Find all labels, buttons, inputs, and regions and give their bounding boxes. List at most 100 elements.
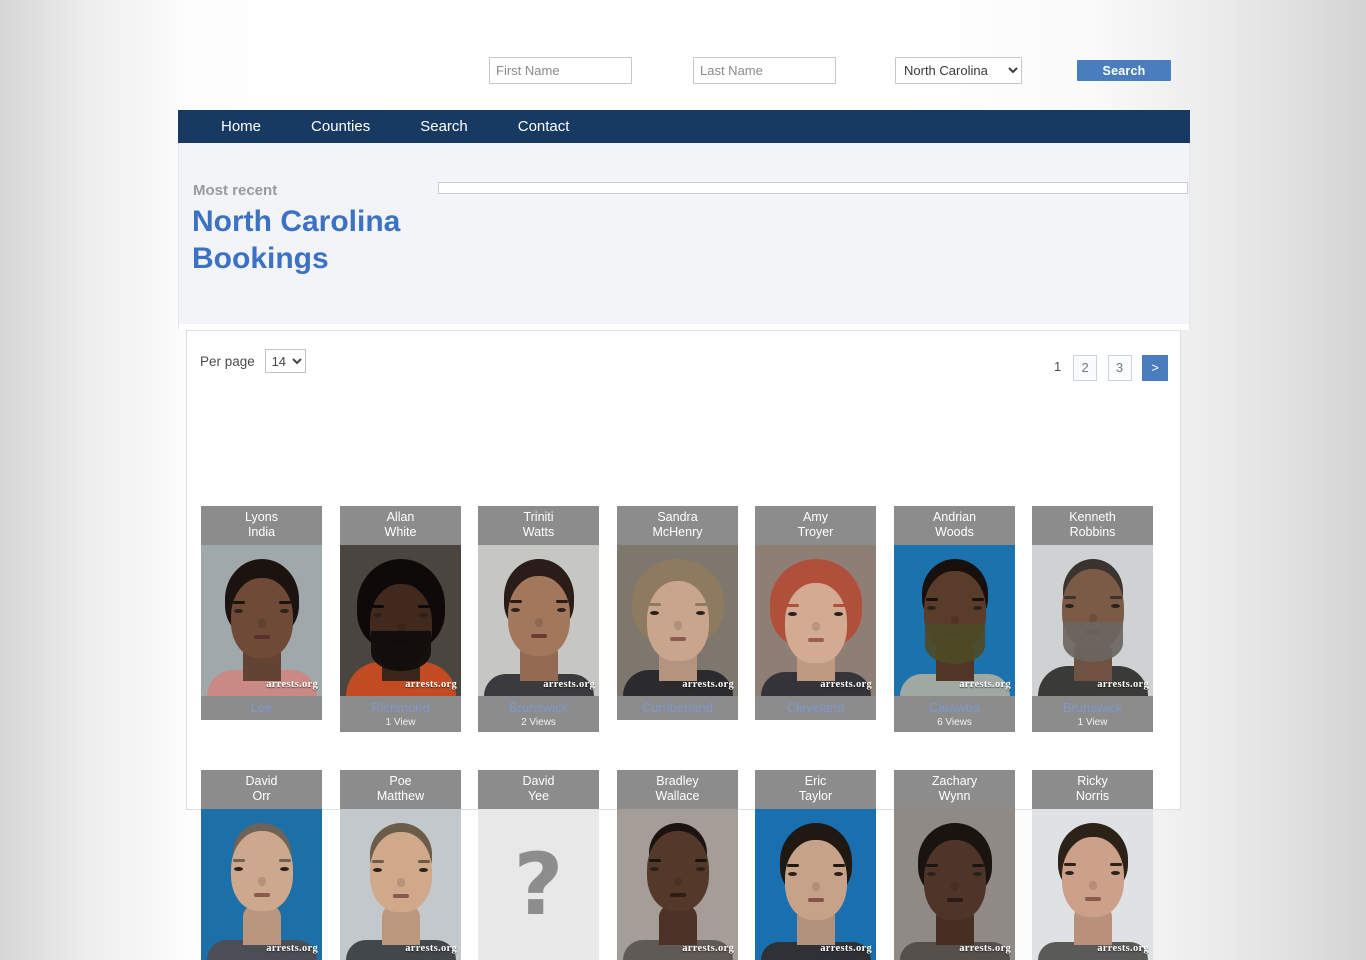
booking-card[interactable]: Andrian Woods arrests.org Catawba 6 Views [894, 506, 1015, 732]
booking-mugshot[interactable]: arrests.org [201, 545, 322, 696]
page-header-section: Most recent North Carolina Bookings [178, 143, 1190, 324]
watermark-label: arrests.org [1097, 679, 1149, 690]
booking-card-name: Zachary Wynn [894, 770, 1015, 809]
watermark-label: arrests.org [959, 679, 1011, 690]
watermark-label: arrests.org [266, 679, 318, 690]
pagination-next-button[interactable]: > [1142, 355, 1168, 381]
booking-county-link[interactable]: Brunswick [478, 699, 599, 716]
booking-card-name: David Orr [201, 770, 322, 809]
page-title: North Carolina Bookings [192, 205, 401, 275]
booking-mugshot[interactable]: arrests.org [617, 809, 738, 960]
mugshot-illustration [201, 809, 322, 960]
booking-card-name: Triniti Watts [478, 506, 599, 545]
booking-card-name: Ricky Norris [1032, 770, 1153, 809]
watermark-label: arrests.org [543, 679, 595, 690]
booking-first-name: Sandra [657, 510, 698, 524]
booking-mugshot[interactable]: arrests.org [340, 809, 461, 960]
booking-first-name: David [522, 774, 555, 788]
booking-view-count: 1 View [385, 717, 416, 728]
booking-mugshot[interactable]: arrests.org [617, 545, 738, 696]
booking-last-name: Woods [935, 525, 974, 539]
booking-county-link[interactable]: Lee [201, 699, 322, 716]
booking-card-footer: Brunswick 1 View [1032, 696, 1153, 732]
watermark-label: arrests.org [820, 943, 872, 954]
results-panel: Per page 14 1 2 3 > Lyons India arrests.or… [186, 330, 1181, 960]
booking-first-name: Andrian [932, 510, 977, 524]
booking-card[interactable]: Zachary Wynn arrests.org [894, 770, 1015, 960]
booking-mugshot[interactable]: arrests.org [340, 545, 461, 696]
booking-county-link[interactable]: Catawba [894, 699, 1015, 716]
booking-county-link[interactable]: Cumberland [617, 699, 738, 716]
ad-slot-banner [438, 182, 1188, 194]
booking-county-link[interactable]: Richmond [340, 699, 461, 716]
per-page-control: Per page 14 [200, 349, 306, 373]
mugshot-illustration [340, 545, 461, 696]
booking-mugshot[interactable]: arrests.org [1032, 809, 1153, 960]
booking-mugshot[interactable]: arrests.org [755, 809, 876, 960]
mugshot-illustration [478, 545, 599, 696]
booking-county-link[interactable]: Brunswick [1032, 699, 1153, 716]
pagination-page-2[interactable]: 2 [1073, 355, 1098, 381]
booking-mugshot[interactable]: arrests.org [755, 545, 876, 696]
booking-mugshot[interactable]: arrests.org [894, 809, 1015, 960]
per-page-select[interactable]: 14 [264, 349, 306, 373]
search-button[interactable]: Search [1077, 60, 1171, 81]
booking-last-name: Robbins [1069, 525, 1116, 539]
nav-item-search[interactable]: Search [395, 110, 493, 143]
watermark-label: arrests.org [682, 943, 734, 954]
nav-item-home[interactable]: Home [196, 110, 286, 143]
mugshot-illustration [340, 809, 461, 960]
booking-county-link[interactable]: Cleveland [755, 699, 876, 716]
booking-last-name: Norris [1075, 789, 1110, 803]
booking-first-name: Zachary [931, 774, 978, 788]
booking-card[interactable]: Triniti Watts arrests.org Brunswick 2 Views [478, 506, 599, 732]
mugshot-illustration [755, 545, 876, 696]
booking-card[interactable]: David Yee? [478, 770, 599, 960]
booking-mugshot[interactable]: arrests.org [478, 545, 599, 696]
first-name-input[interactable] [489, 57, 632, 84]
booking-card[interactable]: Poe Matthew arrests.org [340, 770, 461, 960]
pagination-page-3[interactable]: 3 [1107, 355, 1132, 381]
booking-first-name: Ricky [1077, 774, 1108, 788]
booking-card-name: David Yee [478, 770, 599, 809]
watermark-label: arrests.org [682, 679, 734, 690]
booking-card[interactable]: Kenneth Robbins arrests.org Brunswick 1 View [1032, 506, 1153, 732]
watermark-label: arrests.org [820, 679, 872, 690]
last-name-field-wrap [693, 57, 836, 84]
state-select-wrap: North Carolina [895, 57, 1022, 84]
pagination: 1 2 3 > [1047, 355, 1168, 381]
booking-card-name: Andrian Woods [894, 506, 1015, 545]
booking-card[interactable]: David Orr arrests.org [201, 770, 322, 960]
booking-mugshot[interactable]: arrests.org [1032, 545, 1153, 696]
booking-card-name: Lyons India [201, 506, 322, 545]
booking-card-footer: Brunswick 2 Views [478, 696, 599, 732]
booking-card[interactable]: Sandra McHenry arrests.org Cumberland [617, 506, 738, 720]
booking-card[interactable]: Lyons India arrests.org Lee [201, 506, 322, 720]
booking-card[interactable]: Eric Taylor arrests.org [755, 770, 876, 960]
nav-item-counties[interactable]: Counties [286, 110, 395, 143]
booking-card-footer: Cleveland [755, 696, 876, 720]
booking-last-name: Wynn [938, 789, 971, 803]
booking-first-name: David [245, 774, 278, 788]
watermark-label: arrests.org [405, 679, 457, 690]
booking-first-name: Poe [389, 774, 412, 788]
booking-card[interactable]: Ricky Norris arrests.org [1032, 770, 1153, 960]
booking-mugshot[interactable]: arrests.org [894, 545, 1015, 696]
site-container: Home Counties Search Contact Most recent… [178, 110, 1190, 960]
booking-card[interactable]: Amy Troyer arrests.org Cleveland [755, 506, 876, 720]
booking-card[interactable]: Allan White arrests.org Richmond 1 View [340, 506, 461, 732]
booking-card-name: Allan White [340, 506, 461, 545]
watermark-label: arrests.org [266, 943, 318, 954]
booking-view-count: 1 View [1077, 717, 1108, 728]
booking-card-name: Eric Taylor [755, 770, 876, 809]
booking-card[interactable]: Bradley Wallace arrests.org [617, 770, 738, 960]
booking-last-name: Troyer [797, 525, 834, 539]
booking-last-name: McHenry [652, 525, 703, 539]
booking-mugshot[interactable]: ? [478, 809, 599, 960]
last-name-input[interactable] [693, 57, 836, 84]
state-select[interactable]: North Carolina [895, 57, 1022, 84]
pagination-current-page: 1 [1054, 359, 1062, 374]
booking-last-name: White [384, 525, 417, 539]
booking-mugshot[interactable]: arrests.org [201, 809, 322, 960]
nav-item-contact[interactable]: Contact [493, 110, 595, 143]
